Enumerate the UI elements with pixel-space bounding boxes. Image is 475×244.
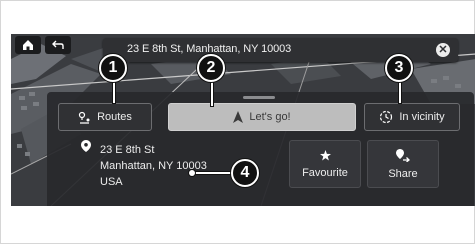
destination-details: 23 E 8th St Manhattan, NY 10003 USA xyxy=(100,142,207,190)
close-icon[interactable]: ✕ xyxy=(436,43,450,57)
destination-street: 23 E 8th St xyxy=(100,144,155,156)
callout-3: 3 xyxy=(385,54,413,82)
callout-4-anchor xyxy=(189,170,195,176)
route-panel: Routes Let's go! In vicinity 23 E 8th St… xyxy=(47,92,474,206)
share-label: Share xyxy=(388,167,418,180)
home-button[interactable] xyxy=(15,36,41,54)
callout-4: 4 xyxy=(231,159,259,187)
callout-2: 2 xyxy=(197,54,225,82)
vicinity-search-icon xyxy=(380,110,393,124)
callout-2-leader xyxy=(211,81,213,106)
lets-go-button[interactable]: Let's go! xyxy=(168,103,356,131)
routes-label: Routes xyxy=(97,111,132,123)
share-button[interactable]: Share xyxy=(367,140,439,188)
lets-go-label: Let's go! xyxy=(249,111,291,123)
destination-country: USA xyxy=(100,176,123,188)
figure-frame: 23 E 8th St, Manhattan, NY 10003 ✕ Route… xyxy=(0,0,475,244)
in-vicinity-button[interactable]: In vicinity xyxy=(364,103,460,131)
favourite-label: Favourite xyxy=(302,166,348,179)
routes-icon xyxy=(78,111,90,124)
favourite-button[interactable]: Favourite xyxy=(289,140,361,188)
in-vicinity-label: In vicinity xyxy=(399,111,445,123)
star-icon xyxy=(319,149,331,161)
callout-1: 1 xyxy=(99,54,127,82)
panel-drag-handle[interactable] xyxy=(243,96,275,99)
back-arrow-icon xyxy=(52,40,64,49)
location-pin-icon xyxy=(81,140,91,152)
callout-1-leader xyxy=(113,81,115,103)
callout-4-leader xyxy=(193,172,231,174)
home-icon xyxy=(23,40,33,50)
navigation-arrow-icon xyxy=(233,111,244,123)
callout-3-leader xyxy=(399,81,401,103)
routes-button[interactable]: Routes xyxy=(58,103,152,131)
back-button[interactable] xyxy=(45,36,71,54)
share-icon xyxy=(396,148,410,162)
